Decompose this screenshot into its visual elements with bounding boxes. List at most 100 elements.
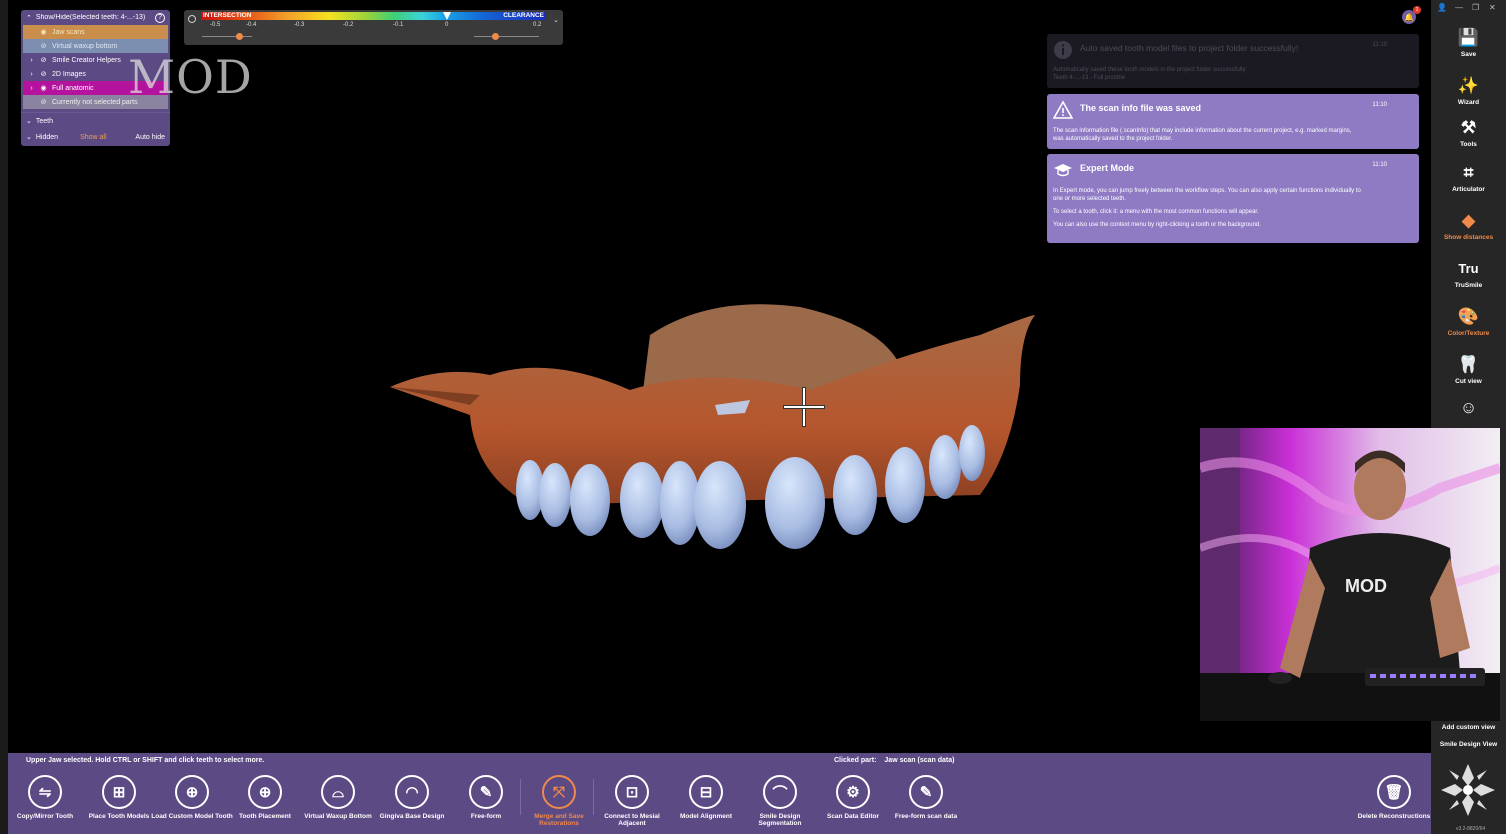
chevron-right-icon[interactable]: ›: [28, 71, 35, 78]
show-all-button[interactable]: Show all: [80, 134, 106, 141]
distance-color-bar: INTERSECTION CLEARANCE: [201, 12, 546, 20]
notification-auto-saved[interactable]: Auto saved tooth model files to project …: [1047, 34, 1419, 88]
tooth-placement-button[interactable]: ⊕ Tooth Placement: [223, 775, 307, 820]
notification-time: 11:10: [1372, 102, 1387, 108]
distance-scale-panel: INTERSECTION CLEARANCE -0.5 -0.4 -0.3 -0…: [184, 10, 563, 45]
gauge-icon[interactable]: [188, 15, 196, 23]
notification-scan-info-saved[interactable]: The scan info file was saved 11:10 The s…: [1047, 94, 1419, 149]
notification-body-line: In Expert mode, you can jump freely betw…: [1053, 188, 1361, 194]
notification-body-line: was automatically saved to the project f…: [1053, 136, 1173, 142]
help-icon[interactable]: ?: [155, 12, 165, 23]
connect-to-mesial-adjacent-button[interactable]: ⊡ Connect to Mesial Adjacent: [590, 775, 674, 827]
place-tooth-models-button[interactable]: ⊞ Place Tooth Models: [77, 775, 161, 820]
clearance-slider-knob[interactable]: [492, 33, 499, 40]
copy-mirror-tooth-button[interactable]: ⇋ Copy/Mirror Tooth: [3, 775, 87, 820]
presenter-video-overlay: [1200, 428, 1500, 721]
smile-design-view-button[interactable]: Smile Design View: [1431, 741, 1506, 748]
tick-label: 0.2: [533, 22, 542, 28]
row-jaw-scans[interactable]: ◉ Jaw scans: [23, 25, 168, 39]
cut-view-button[interactable]: 🦷 Cut view: [1431, 355, 1506, 385]
tick-label: -0.3: [294, 22, 305, 28]
intersection-slider-track[interactable]: [202, 36, 252, 37]
restore-icon[interactable]: ❐: [1472, 3, 1479, 12]
chevron-down-icon[interactable]: ⌄: [26, 133, 32, 141]
wand-icon: ✨: [1457, 76, 1480, 95]
tick-label: -0.4: [246, 22, 257, 28]
load-custom-model-tooth-button[interactable]: ⊕ Load Custom Model Tooth: [150, 775, 234, 820]
wizard-button[interactable]: ✨ Wizard: [1431, 76, 1506, 106]
tool-label: Connect to Mesial Adjacent: [604, 813, 660, 827]
graduation-cap-icon: [1054, 164, 1072, 177]
add-custom-view-button[interactable]: Add custom view: [1431, 724, 1506, 731]
alignment-icon: ⊟: [689, 775, 723, 809]
face-view-button[interactable]: ☺: [1431, 398, 1506, 421]
clearance-slider-track[interactable]: [474, 36, 539, 37]
tools-label: Tools: [1460, 141, 1477, 148]
eye-hidden-icon[interactable]: ⊘: [39, 42, 48, 50]
selection-status: Upper Jaw selected. Hold CTRL or SHIFT a…: [26, 757, 265, 764]
chevron-down-icon[interactable]: ⌄: [553, 16, 559, 24]
left-edge-strip: [0, 0, 8, 834]
notification-body-line: To select a tooth, click it: a menu with…: [1053, 209, 1259, 215]
tools-button[interactable]: ⚒ Tools: [1431, 118, 1506, 148]
delete-reconstructions-button[interactable]: 🗑 Delete Reconstructions: [1352, 775, 1436, 820]
close-icon[interactable]: ✕: [1489, 3, 1496, 12]
intersection-slider-knob[interactable]: [236, 33, 243, 40]
tool-label: Free-form scan data: [894, 813, 958, 820]
show-hide-header[interactable]: ⌃ Show/Hide(Selected teeth: 4-...-13) ?: [21, 10, 170, 25]
scale-marker-icon: [443, 12, 451, 20]
free-form-button[interactable]: ✎ Free-form: [444, 775, 528, 820]
merge-and-save-restorations-button[interactable]: ⤧ Merge and Save Restorations: [517, 775, 601, 827]
gingiva-base-design-button[interactable]: ◠ Gingiva Base Design: [370, 775, 454, 820]
show-distances-button[interactable]: ◆ Show distances: [1431, 211, 1506, 241]
minimize-icon[interactable]: —: [1455, 3, 1463, 12]
face-icon: ☺: [1459, 398, 1478, 417]
row-label: Virtual waxup bottom: [52, 42, 118, 50]
segmentation-icon: ⌒: [763, 775, 797, 809]
tool-label: Scan Data Editor: [826, 813, 879, 820]
notification-title: The scan info file was saved: [1080, 103, 1202, 113]
eye-icon[interactable]: ◉: [39, 28, 48, 36]
eye-hidden-icon[interactable]: ⊘: [39, 70, 48, 78]
gingiva-icon: ◠: [395, 775, 429, 809]
scan-editor-icon: ⚙: [836, 775, 870, 809]
save-icon: 💾: [1457, 28, 1480, 47]
hidden-label: Hidden: [35, 133, 59, 141]
jaw-3d-model[interactable]: [380, 295, 1040, 555]
tool-label: Smile Design Segmentation: [758, 813, 802, 827]
tick-label: 0: [445, 22, 449, 28]
notification-expert-mode[interactable]: Expert Mode 11:10 In Expert mode, you ca…: [1047, 154, 1419, 243]
eye-icon[interactable]: ◉: [39, 84, 48, 92]
free-form-scan-data-button[interactable]: ✎ Free-form scan data: [884, 775, 968, 820]
chevron-down-icon[interactable]: ⌄: [26, 117, 32, 125]
notification-body-line: one or more selected teeth.: [1053, 196, 1127, 202]
tools-icon: ⚒: [1460, 118, 1477, 137]
save-button[interactable]: 💾 Save: [1431, 28, 1506, 58]
distances-icon: ◆: [1461, 211, 1476, 230]
trusmile-button[interactable]: Tru TruSmile: [1431, 259, 1506, 289]
teeth-section[interactable]: ⌄ Teeth: [21, 112, 170, 129]
model-alignment-button[interactable]: ⊟ Model Alignment: [664, 775, 748, 820]
tool-label: Load Custom Model Tooth: [151, 813, 233, 820]
row-label: Smile Creator Helpers: [52, 56, 121, 64]
color-texture-button[interactable]: 🎨 Color/Texture: [1431, 307, 1506, 337]
scan-data-editor-button[interactable]: ⚙ Scan Data Editor: [811, 775, 895, 820]
smile-design-segmentation-button[interactable]: ⌒ Smile Design Segmentation: [738, 775, 822, 827]
chevron-right-icon[interactable]: ›: [28, 85, 35, 92]
virtual-waxup-bottom-button[interactable]: ⌓ Virtual Waxup Bottom: [296, 775, 380, 820]
clicked-part-label: Clicked part:: [834, 757, 877, 764]
auto-hide-button[interactable]: Auto hide: [135, 134, 165, 141]
eye-hidden-icon[interactable]: ⊘: [39, 56, 48, 64]
tool-label: Delete Reconstructions: [1357, 813, 1431, 820]
collapse-chevron-icon[interactable]: ⌃: [26, 14, 32, 22]
bottom-toolbar: Upper Jaw selected. Hold CTRL or SHIFT a…: [8, 753, 1431, 834]
notification-title: Expert Mode: [1080, 163, 1135, 173]
articulator-button[interactable]: ⌗ Articulator: [1431, 163, 1506, 193]
waxup-icon: ⌓: [321, 775, 355, 809]
eye-hidden-icon[interactable]: ⊘: [39, 98, 48, 106]
person-icon[interactable]: 👤: [1437, 3, 1447, 12]
chevron-right-icon[interactable]: ›: [28, 57, 35, 64]
cutview-icon: 🦷: [1457, 355, 1480, 374]
tool-label: Gingiva Base Design: [379, 813, 445, 820]
view-navigator-icon[interactable]: [1439, 760, 1497, 820]
